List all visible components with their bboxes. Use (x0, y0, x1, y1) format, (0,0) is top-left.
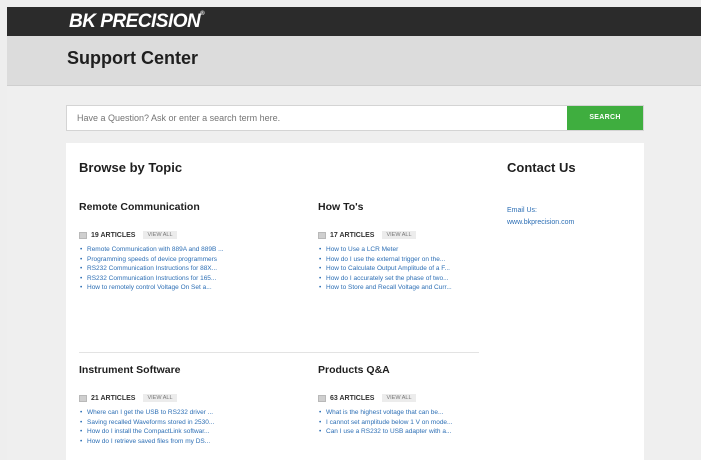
article-link[interactable]: How to Store and Recall Voltage and Curr… (318, 283, 473, 293)
title-bar: Support Center (7, 36, 701, 86)
article-link[interactable]: How to Use a LCR Meter (318, 245, 473, 255)
article-count: 19 ARTICLES (91, 231, 136, 239)
topic-title[interactable]: Products Q&A (318, 364, 473, 376)
topic-how-tos: How To's 17 ARTICLES VIEW ALL How to Use… (318, 201, 473, 293)
search-input[interactable] (67, 106, 567, 130)
browse-by-topic-heading: Browse by Topic (79, 160, 183, 175)
search-button[interactable]: SEARCH (567, 106, 643, 130)
view-all-button[interactable]: VIEW ALL (382, 394, 416, 402)
logo-text: BK PRECISION (69, 11, 201, 32)
articles-row: 63 ARTICLES VIEW ALL (318, 392, 473, 404)
topic-instrument-software: Instrument Software 21 ARTICLES VIEW ALL… (79, 364, 269, 446)
article-link[interactable]: Can I use a RS232 to USB adapter with a.… (318, 427, 473, 437)
article-link[interactable]: RS232 Communication Instructions for 165… (79, 274, 269, 284)
article-link[interactable]: How to remotely control Voltage On Set a… (79, 283, 269, 293)
article-link[interactable]: How do I accurately set the phase of two… (318, 274, 473, 284)
topic-title[interactable]: Instrument Software (79, 364, 269, 376)
article-list: What is the highest voltage that can be.… (318, 408, 473, 437)
article-link[interactable]: How to Calculate Output Amplitude of a F… (318, 264, 473, 274)
article-link[interactable]: How do I use the external trigger on the… (318, 255, 473, 265)
article-link[interactable]: Remote Communication with 889A and 889B … (79, 245, 269, 255)
folder-icon (79, 394, 87, 402)
article-link[interactable]: What is the highest voltage that can be.… (318, 408, 473, 418)
top-bar: BK PRECISION® (7, 7, 701, 36)
topic-title[interactable]: How To's (318, 201, 473, 213)
topic-title[interactable]: Remote Communication (79, 201, 269, 213)
search-bar: SEARCH (66, 105, 644, 131)
article-count: 17 ARTICLES (330, 231, 375, 239)
contact-us-heading: Contact Us (507, 160, 576, 175)
articles-row: 21 ARTICLES VIEW ALL (79, 392, 269, 404)
articles-row: 17 ARTICLES VIEW ALL (318, 229, 473, 241)
page-title: Support Center (67, 48, 199, 68)
article-list: Remote Communication with 889A and 889B … (79, 245, 269, 293)
article-link[interactable]: How do I install the CompactLink softwar… (79, 427, 269, 437)
articles-row: 19 ARTICLES VIEW ALL (79, 229, 269, 241)
article-list: Where can I get the USB to RS232 driver … (79, 408, 269, 446)
email-us-label: Email Us: (507, 207, 537, 214)
email-link[interactable]: www.bkprecision.com (507, 219, 574, 226)
article-count: 21 ARTICLES (91, 394, 136, 402)
article-list: How to Use a LCR Meter How do I use the … (318, 245, 473, 293)
topic-products-qa: Products Q&A 63 ARTICLES VIEW ALL What i… (318, 364, 473, 437)
folder-icon (318, 231, 326, 239)
view-all-button[interactable]: VIEW ALL (143, 231, 177, 239)
view-all-button[interactable]: VIEW ALL (143, 394, 177, 402)
article-count: 63 ARTICLES (330, 394, 375, 402)
logo-trademark: ® (200, 11, 205, 17)
article-link[interactable]: RS232 Communication Instructions for 88X… (79, 264, 269, 274)
article-link[interactable]: Where can I get the USB to RS232 driver … (79, 408, 269, 418)
article-link[interactable]: Saving recalled Waveforms stored in 2530… (79, 418, 269, 428)
topic-remote-communication: Remote Communication 19 ARTICLES VIEW AL… (79, 201, 269, 293)
folder-icon (79, 231, 87, 239)
article-link[interactable]: Programming speeds of device programmers (79, 255, 269, 265)
view-all-button[interactable]: VIEW ALL (382, 231, 416, 239)
article-link[interactable]: I cannot set amplitude below 1 V on mode… (318, 418, 473, 428)
article-link[interactable]: How do I retrieve saved files from my DS… (79, 437, 269, 447)
bk-precision-logo[interactable]: BK PRECISION® (69, 11, 205, 33)
topic-divider (79, 352, 479, 353)
folder-icon (318, 394, 326, 402)
